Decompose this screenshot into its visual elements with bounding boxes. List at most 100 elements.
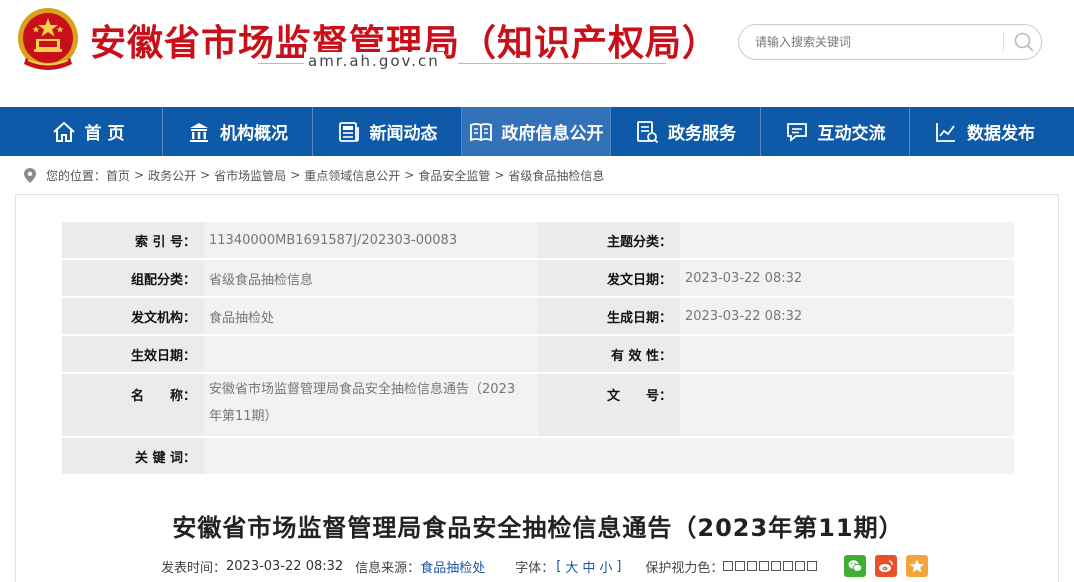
- font-size-bracket: ]: [616, 558, 622, 574]
- name-value-line: 年第11期）: [209, 409, 278, 424]
- nav-label-interaction: 互动交流: [817, 124, 886, 144]
- article-info-bar: 发表时间： 2023-03-22 08:32 信息来源： 食品抽检处 字体： […: [161, 555, 929, 577]
- name-value: 安徽省市场监督管理局食品安全抽检信息通告（2023 年第11期）: [204, 374, 538, 436]
- source-value[interactable]: 食品抽检处: [420, 557, 485, 576]
- index-label: 索 引 号：: [62, 222, 204, 258]
- effective-date-label: 生效日期：: [62, 336, 204, 372]
- eye-care-label: 保护视力色：: [645, 560, 724, 576]
- category-value: 省级食品抽检信息: [204, 260, 538, 296]
- eye-care-swatch[interactable]: [807, 561, 818, 571]
- nav-label-gov-services: 政务服务: [668, 124, 736, 144]
- index-value: 11340000MB1691587J/202303-00083: [204, 222, 538, 258]
- topic-value: [680, 222, 1014, 258]
- created-date-value: 2023-03-22 08:32: [680, 298, 1014, 334]
- metadata-row: 名 称： 安徽省市场监督管理局食品安全抽检信息通告（2023 年第11期） 文 …: [62, 374, 1014, 436]
- breadcrumb-item[interactable]: 省市场监管局: [214, 167, 286, 184]
- breadcrumb-prefix: 您的位置：: [46, 168, 107, 183]
- font-size-small[interactable]: 小: [599, 557, 612, 576]
- main-nav: 首 页 机构概况 新闻动态 政府信息公开 政务服务 互动交流 数据发布: [0, 107, 1074, 156]
- nav-label-gov-info: 政府信息公开: [501, 124, 604, 144]
- nav-label-home: 首 页: [84, 124, 125, 144]
- nav-label-data-release: 数据发布: [967, 124, 1035, 144]
- location-pin-icon: [24, 167, 36, 183]
- breadcrumb: 您的位置： 首页 > 政务公开 > 省市场监管局 > 重点领域信息公开 > 食品…: [24, 166, 604, 184]
- eye-care-swatch[interactable]: [783, 561, 794, 571]
- eye-care-swatch[interactable]: [795, 561, 806, 571]
- metadata-row: 组配分类： 省级食品抽检信息 发文日期： 2023-03-22 08:32: [62, 260, 1014, 296]
- weibo-icon: [879, 560, 894, 572]
- national-emblem-icon[interactable]: [14, 6, 82, 76]
- breadcrumb-item[interactable]: 重点领域信息公开: [304, 167, 400, 184]
- font-size-bracket: [: [556, 558, 562, 574]
- effective-date-value: [204, 336, 538, 372]
- home-icon: [52, 121, 75, 142]
- wechat-icon: [848, 560, 863, 572]
- topic-label: 主题分类：: [538, 222, 680, 258]
- domain-right-rule: [458, 63, 666, 64]
- breadcrumb-separator: >: [290, 168, 301, 182]
- metadata-row: 关 键 词：: [62, 438, 1014, 474]
- breadcrumb-separator: >: [404, 168, 415, 182]
- open-book-icon: [469, 122, 492, 141]
- breadcrumb-item[interactable]: 食品安全监管: [418, 167, 490, 184]
- name-value-line: 安徽省市场监督管理局食品安全抽检信息通告（2023: [209, 382, 516, 397]
- breadcrumb-item[interactable]: 首页: [106, 167, 130, 184]
- eye-care-swatch[interactable]: [771, 561, 782, 571]
- service-document-icon: [637, 120, 659, 143]
- qzone-star-icon: [910, 559, 925, 573]
- issue-date-value: 2023-03-22 08:32: [680, 260, 1014, 296]
- building-icon: [190, 122, 208, 142]
- issue-date-label: 发文日期：: [538, 260, 680, 296]
- nav-item-home[interactable]: 首 页: [14, 107, 162, 156]
- wechat-share-button[interactable]: [844, 555, 867, 577]
- site-header: 安徽省市场监督管理局（知识产权局） amr.ah.gov.cn: [0, 0, 1074, 107]
- publish-time-label: 发表时间：: [161, 560, 227, 576]
- doc-number-label: 文 号：: [538, 374, 680, 436]
- site-domain: amr.ah.gov.cn: [304, 52, 444, 70]
- site-domain-area: amr.ah.gov.cn: [258, 52, 668, 72]
- font-size-label: 字体：: [515, 560, 555, 576]
- eye-care-swatches: [723, 561, 819, 571]
- chat-icon: [786, 122, 807, 142]
- metadata-row: 生效日期： 有 效 性：: [62, 336, 1014, 372]
- validity-value: [680, 336, 1014, 372]
- nav-item-news[interactable]: 新闻动态: [313, 107, 461, 156]
- publish-time-value: 2023-03-22 08:32: [226, 558, 344, 574]
- doc-number-value: [680, 374, 1014, 436]
- nav-label-news: 新闻动态: [369, 124, 438, 144]
- nav-item-gov-info[interactable]: 政府信息公开: [462, 107, 610, 156]
- nav-label-organization: 机构概况: [220, 124, 288, 144]
- agency-label: 发文机构：: [62, 298, 204, 334]
- content-panel: 索 引 号： 11340000MB1691587J/202303-00083 主…: [15, 194, 1059, 582]
- font-size-large[interactable]: 大: [565, 557, 578, 576]
- name-label: 名 称：: [62, 374, 204, 436]
- line-chart-icon: [936, 122, 955, 142]
- search-input[interactable]: [755, 33, 995, 51]
- breadcrumb-item[interactable]: 省级食品抽检信息: [508, 167, 604, 184]
- font-size-medium[interactable]: 中: [582, 557, 595, 576]
- nav-item-interaction[interactable]: 互动交流: [761, 107, 909, 156]
- breadcrumb-separator: >: [134, 168, 145, 182]
- magnifier-icon[interactable]: [1013, 31, 1035, 53]
- news-icon: [338, 121, 359, 142]
- nav-item-gov-services[interactable]: 政务服务: [611, 107, 760, 156]
- metadata-row: 索 引 号： 11340000MB1691587J/202303-00083 主…: [62, 222, 1014, 258]
- validity-label: 有 效 性：: [538, 336, 680, 372]
- eye-care-swatch[interactable]: [759, 561, 770, 571]
- created-date-label: 生成日期：: [538, 298, 680, 334]
- qzone-share-button[interactable]: [906, 555, 929, 577]
- eye-care-swatch[interactable]: [747, 561, 758, 571]
- category-label: 组配分类：: [62, 260, 204, 296]
- nav-item-data-release[interactable]: 数据发布: [910, 107, 1059, 156]
- eye-care-swatch[interactable]: [723, 561, 734, 571]
- keywords-label: 关 键 词：: [62, 438, 204, 474]
- agency-value: 食品抽检处: [204, 298, 538, 334]
- breadcrumb-separator: >: [200, 168, 211, 182]
- domain-left-rule: [258, 63, 304, 64]
- article-title: 安徽省市场监督管理局食品安全抽检信息通告（2023年第11期）: [172, 514, 904, 542]
- eye-care-swatch[interactable]: [735, 561, 746, 571]
- search-box: [738, 24, 1042, 60]
- nav-item-organization[interactable]: 机构概况: [163, 107, 312, 156]
- weibo-share-button[interactable]: [875, 555, 898, 577]
- breadcrumb-item[interactable]: 政务公开: [148, 167, 196, 184]
